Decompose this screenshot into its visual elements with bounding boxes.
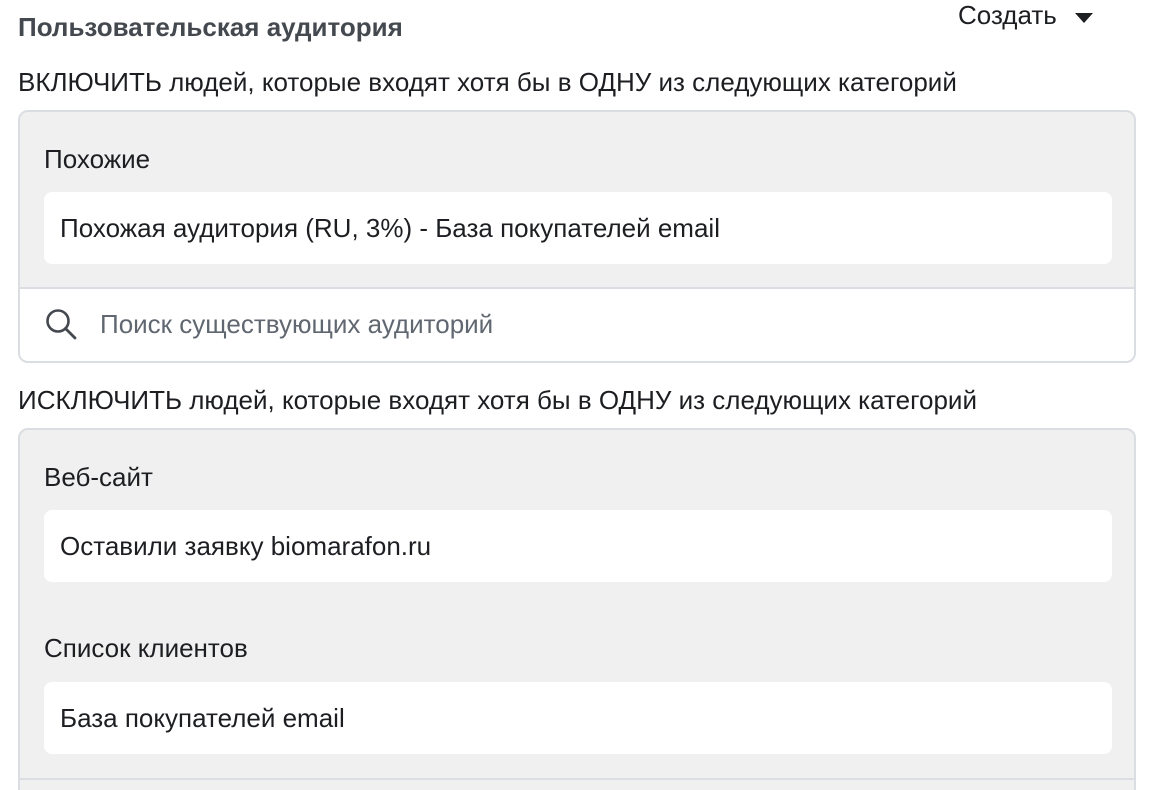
audience-chip[interactable]: База покупателей email xyxy=(44,682,1112,754)
audience-chip[interactable]: Оставили заявку biomarafon.ru xyxy=(44,510,1112,582)
exclude-rule-label: ИСКЛЮЧИТЬ людей, которые входят хотя бы … xyxy=(18,385,977,415)
audience-search-row xyxy=(20,287,1134,361)
create-dropdown-button[interactable]: Создать xyxy=(958,0,1093,31)
audience-search-input[interactable] xyxy=(98,301,1082,347)
group-label-customer-list: Список клиентов xyxy=(44,633,248,663)
caret-down-icon xyxy=(1074,12,1093,23)
create-button-label: Создать xyxy=(958,0,1057,30)
search-row-divider xyxy=(20,778,1134,780)
group-label-website: Веб-сайт xyxy=(44,462,153,492)
include-rule-label: ВКЛЮЧИТЬ людей, которые входят хотя бы в… xyxy=(18,67,957,97)
custom-audience-section: Пользовательская аудитория Создать ВКЛЮЧ… xyxy=(0,0,1150,790)
search-icon xyxy=(46,309,77,340)
exclude-audiences-panel: Веб-сайт Оставили заявку biomarafon.ru С… xyxy=(18,428,1136,790)
audience-chip-label: База покупателей email xyxy=(60,702,345,733)
section-title: Пользовательская аудитория xyxy=(18,12,403,42)
audience-chip-label: Оставили заявку biomarafon.ru xyxy=(60,530,432,561)
audience-chip-label: Похожая аудитория (RU, 3%) - База покупа… xyxy=(60,212,720,243)
group-label-lookalike: Похожие xyxy=(44,144,151,174)
audience-chip[interactable]: Похожая аудитория (RU, 3%) - База покупа… xyxy=(44,192,1112,264)
include-audiences-panel: Похожие Похожая аудитория (RU, 3%) - Баз… xyxy=(18,110,1136,363)
